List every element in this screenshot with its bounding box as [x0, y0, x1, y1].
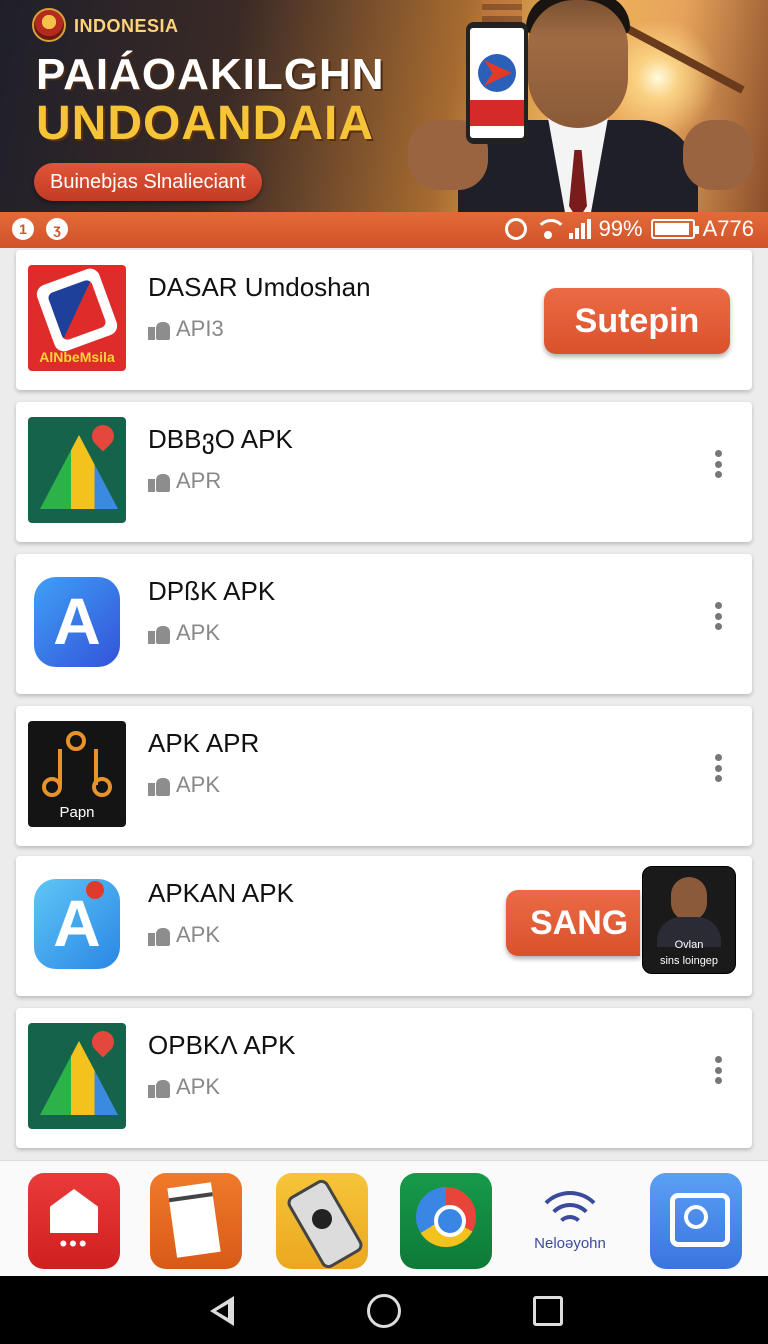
app-meta: APK [148, 620, 220, 646]
thumbs-up-icon [148, 622, 170, 644]
wifi-app[interactable]: Neloəyohn [524, 1173, 616, 1269]
network-icon[interactable]: Papn [28, 721, 126, 827]
app-meta: APK [148, 922, 220, 948]
app-meta: APK [148, 1074, 220, 1100]
app-title: DPßK APK [148, 576, 276, 606]
icon-caption: AlNbeMsila [39, 349, 115, 365]
wifi-icon [534, 1191, 606, 1231]
light-a-icon[interactable]: A [28, 871, 126, 977]
app-card[interactable]: A APKAN APK APK SANG Ovlan sins loingep [16, 856, 752, 996]
notification-icon-2: ʒ [46, 218, 68, 240]
app-meta-label: APK [176, 772, 221, 797]
app-card[interactable]: AlNbeMsila DASAR Umdoshan API3 Sutepin [16, 250, 752, 390]
promo-banner[interactable]: INDONESIA PAIÁOAKILGHN UNDOANDAIA Buineb… [0, 0, 768, 212]
banner-person-image [408, 0, 758, 212]
icon-caption: Papn [59, 804, 95, 821]
phone-device-icon[interactable] [276, 1173, 368, 1269]
banner-headline-1: PAIÁOAKILGHN [36, 50, 385, 99]
maps-icon[interactable] [28, 417, 126, 523]
navigation-bar [0, 1276, 768, 1344]
wifi-icon [534, 219, 567, 239]
app-title: APK APR [148, 728, 260, 758]
thumbs-up-icon [148, 470, 170, 492]
app-card[interactable]: OPBKΛ APK APK [16, 1008, 752, 1148]
promo-line-2: sins loingep [659, 955, 719, 967]
app-meta-label: APR [176, 468, 222, 493]
chrome-icon[interactable] [400, 1173, 492, 1269]
home-icon[interactable] [367, 1294, 401, 1328]
banner-subtitle-pill[interactable]: Buinebjas Slnalieciant [34, 163, 262, 201]
app-list: AlNbeMsila DASAR Umdoshan API3 Sutepin D… [0, 248, 768, 1160]
battery-icon [650, 219, 699, 239]
app-meta-label: API3 [176, 316, 224, 341]
app-meta-label: APK [176, 620, 221, 645]
app-title: OPBKΛ APK [148, 1030, 296, 1060]
sang-button[interactable]: SANG [506, 890, 640, 956]
dock-app-label: Neloəyohn [534, 1235, 606, 1252]
document-icon[interactable] [150, 1173, 242, 1269]
back-icon[interactable] [204, 1294, 238, 1328]
battery-percent: 99% [598, 216, 643, 241]
app-meta-label: APK [176, 922, 221, 947]
app-card[interactable]: A DPßK APK APK [16, 554, 752, 694]
more-options-button[interactable] [706, 446, 730, 482]
alarm-icon [504, 218, 527, 240]
signal-icon [568, 219, 591, 239]
app-meta: API3 [148, 316, 224, 342]
app-meta-label: APK [176, 1074, 221, 1099]
install-button[interactable]: Sutepin [544, 288, 730, 354]
more-options-button[interactable] [706, 750, 730, 786]
app-title: APKAN APK [148, 878, 294, 908]
tag-icon[interactable]: AlNbeMsila [28, 265, 126, 371]
recents-icon[interactable] [533, 1296, 563, 1326]
app-meta: APK [148, 772, 220, 798]
maps-icon[interactable] [28, 1023, 126, 1129]
app-title: DBBვO APK [148, 424, 293, 454]
thumbs-up-icon [148, 318, 170, 340]
app-meta: APR [148, 468, 221, 494]
app-title: DASAR Umdoshan [148, 272, 371, 302]
thumbs-up-icon [148, 1076, 170, 1098]
camera-icon[interactable] [650, 1173, 742, 1269]
app-dock: Neloəyohn [0, 1160, 768, 1276]
status-clock: A776 [702, 216, 754, 241]
thumbs-up-icon [148, 774, 170, 796]
app-card[interactable]: DBBვO APK APR [16, 402, 752, 542]
store-icon[interactable] [28, 1173, 120, 1269]
banner-phone-image [466, 22, 528, 144]
banner-headline-2: UNDOANDAIA [36, 97, 374, 150]
promo-video-thumbnail[interactable]: Ovlan sins loingep [642, 866, 736, 974]
blue-a-icon[interactable]: A [28, 569, 126, 675]
notification-icon: 1 [12, 218, 34, 240]
more-options-button[interactable] [706, 598, 730, 634]
more-options-button[interactable] [706, 1052, 730, 1088]
banner-brand: INDONESIA [74, 16, 179, 36]
thumbs-up-icon [148, 924, 170, 946]
status-bar: 1 ʒ 99% A776 [0, 212, 768, 248]
app-card[interactable]: Papn APK APR APK [16, 706, 752, 846]
emblem-icon [32, 8, 66, 42]
promo-line-1: Ovlan [674, 939, 704, 951]
